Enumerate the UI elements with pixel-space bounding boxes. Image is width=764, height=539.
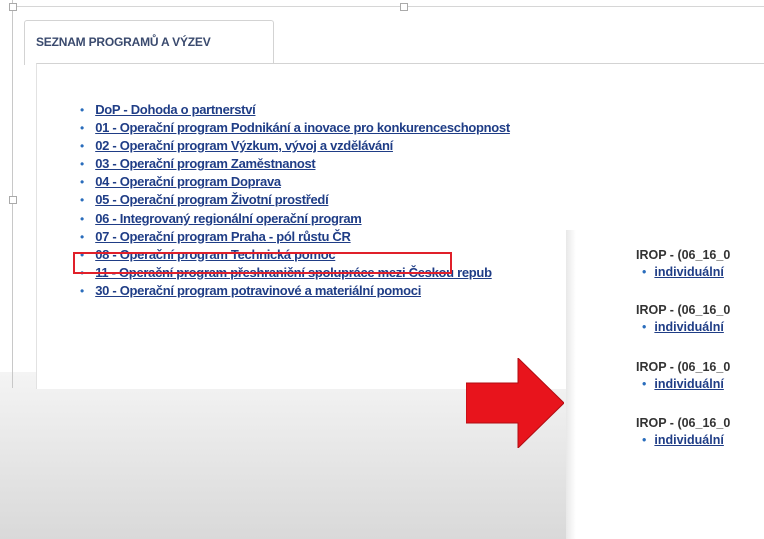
resize-handle-topleft[interactable] [9,3,17,11]
resize-handle-top[interactable] [400,3,408,11]
bullet-icon: • [80,139,85,154]
program-link-06[interactable]: 06 - Integrovaný regionální operační pro… [95,211,362,226]
list-item: • 06 - Integrovaný regionální operační pr… [80,210,510,228]
bullet-icon: • [642,320,647,334]
bullet-icon: • [642,377,647,391]
call-title: IROP - (06_16_0 [636,416,731,430]
program-link-01[interactable]: 01 - Operační program Podnikání a inovac… [95,120,510,135]
list-item: • 30 - Operační program potravinové a mat… [80,282,510,300]
list-item: • 07 - Operační program Praha - pól růstu… [80,228,510,246]
call-title: IROP - (06_16_0 [636,360,731,374]
bullet-icon: • [80,121,85,136]
overlay-shadow [566,230,576,539]
highlight-box [73,252,452,274]
bullet-icon: • [80,103,85,117]
call-link[interactable]: individuální [654,377,723,391]
bullet-icon: • [642,265,647,279]
bullet-icon: • [80,229,85,244]
program-link-dop[interactable]: DoP - Dohoda o partnerství [95,102,256,117]
program-link-04[interactable]: 04 - Operační program Doprava [95,174,281,189]
call-group: IROP - (06_16_0 • individuální [636,248,730,279]
right-arrow-icon [466,358,564,448]
call-group: IROP - (06_16_0 • individuální [636,303,730,334]
call-group: IROP - (06_16_0 • individuální [636,416,730,447]
list-item: • DoP - Dohoda o partnerství [80,101,510,119]
tab-seznam-programu[interactable]: SEZNAM PROGRAMŮ A VÝZEV [24,20,274,65]
list-item: • 05 - Operační program Životní prostředí [80,191,510,209]
program-link-30[interactable]: 30 - Operační program potravinové a mate… [95,283,421,298]
call-title: IROP - (06_16_0 [636,303,731,317]
list-item: • 04 - Operační program Doprava [80,173,510,191]
call-list-overlay: IROP - (06_16_0 • individuální IROP - (06… [566,230,764,539]
call-link[interactable]: individuální [654,433,723,447]
program-link-05[interactable]: 05 - Operační program Životní prostředí [95,192,328,207]
tab-label: SEZNAM PROGRAMŮ A VÝZEV [36,35,211,49]
list-item: • 03 - Operační program Zaměstnanost [80,155,510,173]
program-link-03[interactable]: 03 - Operační program Zaměstnanost [95,156,316,171]
frame-border-top [12,6,764,7]
call-link[interactable]: individuální [654,265,723,279]
bullet-icon: • [642,433,647,447]
bullet-icon: • [80,211,85,226]
call-link[interactable]: individuální [654,320,723,334]
program-link-07[interactable]: 07 - Operační program Praha - pól růstu … [95,229,351,244]
bullet-icon: • [80,193,85,208]
bullet-icon: • [80,157,85,172]
list-item: • 02 - Operační program Výzkum, vývoj a v… [80,137,510,155]
list-item: • 01 - Operační program Podnikání a inova… [80,119,510,137]
frame-border-left [12,0,13,388]
bullet-icon: • [80,175,85,190]
call-group: IROP - (06_16_0 • individuální [636,360,730,391]
resize-handle-left[interactable] [9,196,17,204]
call-title: IROP - (06_16_0 [636,248,731,262]
bullet-icon: • [80,283,85,298]
program-link-02[interactable]: 02 - Operační program Výzkum, vývoj a vz… [95,138,393,153]
